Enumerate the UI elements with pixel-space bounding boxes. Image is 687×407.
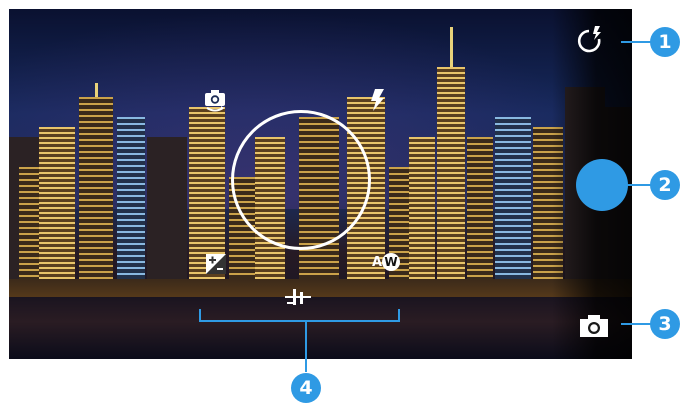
exposure-icon[interactable] (205, 253, 227, 275)
callout-4: 4 (291, 373, 321, 403)
building (409, 137, 435, 287)
building-spire (95, 83, 98, 97)
controls-bracket-right (398, 309, 400, 322)
focus-circle[interactable] (231, 110, 371, 250)
callout-1: 1 (650, 27, 680, 57)
building-spire (450, 27, 453, 67)
building (147, 137, 187, 287)
camera-icon[interactable] (579, 314, 609, 338)
adjust-sliders-icon[interactable] (283, 286, 313, 308)
controls-bracket (199, 320, 400, 322)
callout-2-connector (621, 184, 651, 186)
building (117, 117, 145, 287)
river (9, 297, 632, 359)
flash-icon[interactable] (368, 88, 386, 112)
callout-3-connector (621, 323, 651, 325)
building (467, 137, 493, 287)
callout-1-connector (621, 41, 651, 43)
white-balance-auto-icon[interactable]: A W (372, 253, 400, 277)
building (437, 67, 465, 287)
callout-3: 3 (650, 309, 680, 339)
switch-camera-icon[interactable] (202, 87, 228, 113)
building (495, 117, 531, 287)
camera-viewfinder[interactable]: A W (9, 9, 632, 359)
building (79, 97, 113, 287)
building (39, 127, 75, 287)
white-balance-label: W (382, 253, 400, 271)
callout-2: 2 (650, 170, 680, 200)
callout-4-connector (305, 320, 307, 372)
flash-auto-icon[interactable] (577, 25, 607, 57)
